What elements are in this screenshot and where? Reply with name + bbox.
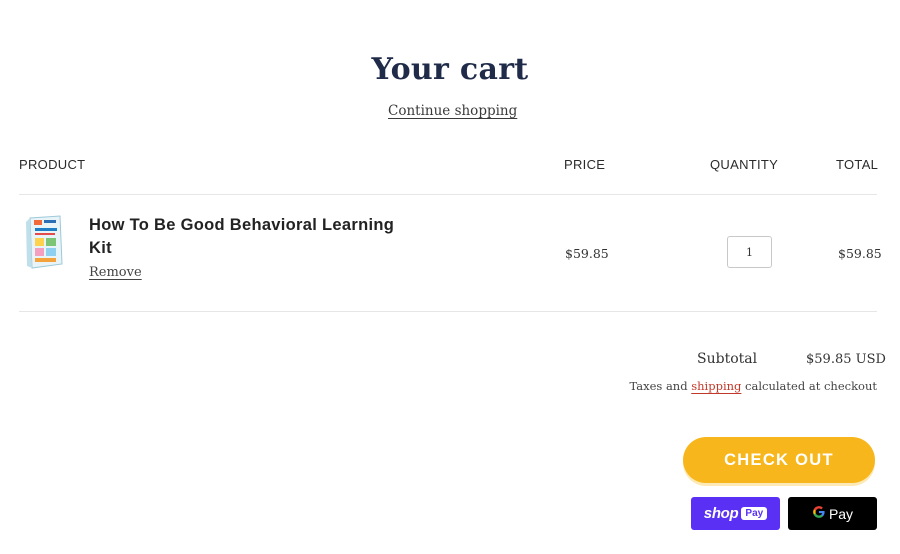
item-price: $59.85 [565, 246, 609, 261]
tax-prefix: Taxes and [629, 379, 692, 393]
subtotal-label: Subtotal [697, 351, 758, 367]
product-name[interactable]: How To Be Good Behavioral Learning Kit [89, 214, 409, 260]
continue-shopping-link[interactable]: Continue shopping [388, 103, 517, 119]
item-total: $59.85 [838, 246, 882, 261]
google-g-icon [812, 505, 826, 522]
shipping-link[interactable]: shipping [691, 379, 741, 393]
tax-note: Taxes and shipping calculated at checkou… [560, 379, 877, 393]
product-box-image[interactable] [24, 214, 64, 270]
checkout-button[interactable]: CHECK OUT [683, 437, 875, 483]
tax-suffix: calculated at checkout [741, 379, 877, 393]
header-product: PRODUCT [19, 157, 86, 172]
shop-pay-logo: shop [703, 505, 739, 522]
google-pay-button[interactable]: Pay [788, 497, 877, 530]
page-title: Your cart [371, 52, 529, 87]
google-pay-label: Pay [828, 505, 854, 522]
shop-pay-button[interactable]: shop Pay [691, 497, 780, 530]
subtotal-value: $59.85 USD [806, 352, 886, 367]
header-quantity: QUANTITY [710, 157, 779, 172]
remove-link[interactable]: Remove [89, 265, 142, 280]
header-price: PRICE [564, 157, 606, 172]
shop-pay-badge: Pay [741, 507, 768, 520]
quantity-input[interactable] [727, 236, 772, 268]
header-total: TOTAL [836, 157, 879, 172]
row-divider [19, 311, 877, 312]
header-divider [19, 194, 877, 195]
